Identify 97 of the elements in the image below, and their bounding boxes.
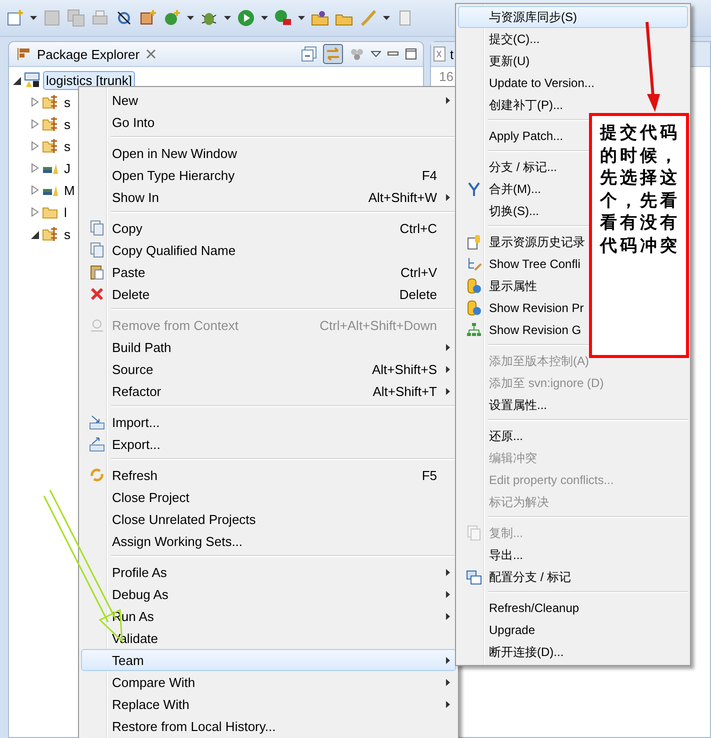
menu-item[interactable]: Source Alt+Shift+S [81, 358, 456, 380]
tree-item[interactable]: s [61, 136, 74, 156]
menu-item[interactable]: Copy Ctrl+C [81, 217, 456, 239]
menu-item[interactable]: Delete Delete [81, 283, 456, 305]
menu-item[interactable]: 更新(U) [458, 50, 688, 72]
tree-item[interactable]: l [61, 202, 70, 222]
link-editor-icon[interactable] [323, 44, 343, 64]
xml-file-icon [432, 46, 448, 62]
menu-item[interactable]: Update to Version... [458, 72, 688, 94]
menu-item[interactable]: Open in New Window [81, 142, 456, 164]
remove-icon [89, 317, 105, 333]
run-icon[interactable] [237, 9, 255, 27]
properties-icon [466, 300, 482, 316]
dropdown-caret-icon[interactable] [224, 16, 231, 20]
refresh-icon [89, 467, 105, 483]
tree-item[interactable]: J [61, 158, 74, 178]
menu-item[interactable]: Close Unrelated Projects [81, 508, 456, 530]
menu-item[interactable]: Upgrade [458, 619, 688, 641]
menu-item[interactable]: Restore from Local History... [81, 715, 456, 737]
copy-icon [89, 220, 105, 236]
expand-triangle-icon [31, 96, 39, 106]
package-folder-icon [42, 116, 58, 132]
run-tool-icon[interactable] [274, 9, 292, 27]
dropdown-caret-icon[interactable] [261, 16, 268, 20]
collapse-all-icon[interactable] [301, 46, 317, 62]
menu-item[interactable]: 还原... [458, 425, 688, 447]
menu-item[interactable]: Compare With [81, 671, 456, 693]
menu-item[interactable]: Export... [81, 433, 456, 455]
menu-item[interactable]: Refresh/Cleanup [458, 597, 688, 619]
new-class-icon[interactable] [139, 9, 157, 27]
branches-icon [466, 569, 482, 585]
properties-icon [466, 278, 482, 294]
menu-item[interactable]: Paste Ctrl+V [81, 261, 456, 283]
history-icon [466, 234, 482, 250]
annotation-text: 提交代码的时候，先选择这个，先看看有没有代码冲突 [600, 122, 681, 258]
graph-icon [466, 322, 482, 338]
package-folder-icon [42, 94, 58, 110]
tree-item[interactable]: logistics [trunk] [43, 70, 135, 90]
export-icon [89, 436, 105, 452]
delete-icon [89, 286, 105, 302]
menu-item[interactable]: 创建补丁(P)... [458, 94, 688, 116]
editor-tab[interactable]: t [450, 46, 454, 62]
expand-triangle-icon [31, 162, 39, 172]
paste-icon [89, 264, 105, 280]
copy-icon [466, 525, 482, 541]
menu-item[interactable]: 提交(C)... [458, 28, 688, 50]
project-icon [24, 72, 40, 88]
close-icon[interactable] [146, 49, 156, 59]
menu-item[interactable]: Build Path [81, 336, 456, 358]
menu-item[interactable]: Refactor Alt+Shift+T [81, 380, 456, 402]
menu-item[interactable]: Refresh F5 [81, 464, 456, 486]
tree-item[interactable]: s [61, 224, 74, 244]
expand-triangle-icon [31, 206, 39, 216]
menu-item[interactable]: Debug As [81, 583, 456, 605]
copy-icon [89, 242, 105, 258]
menu-item[interactable]: 配置分支 / 标记 [458, 566, 688, 588]
menu-item[interactable]: 与资源库同步(S) [458, 6, 688, 28]
menu-item[interactable]: Import... [81, 411, 456, 433]
collapse-triangle-icon [13, 76, 21, 84]
menu-item[interactable]: Copy Qualified Name [81, 239, 456, 261]
menu-item[interactable]: Assign Working Sets... [81, 530, 456, 552]
menu-item[interactable]: Show In Alt+Shift+W [81, 186, 456, 208]
line-number: 16 [438, 68, 454, 84]
menu-item[interactable]: Close Project [81, 486, 456, 508]
tree-item[interactable]: s [61, 114, 74, 134]
menu-item[interactable]: 断开连接(D)... [458, 641, 688, 663]
filter-icon[interactable] [349, 46, 365, 62]
tree-edit-icon [466, 256, 482, 272]
expand-triangle-icon [31, 118, 39, 128]
new-item-icon[interactable] [163, 9, 181, 27]
menu-item[interactable]: Replace With [81, 693, 456, 715]
package-folder-icon [42, 138, 58, 154]
maximize-icon[interactable] [405, 48, 417, 60]
menu-item[interactable]: New [81, 89, 456, 111]
tree-item[interactable]: s [61, 92, 74, 112]
dropdown-caret-icon[interactable] [298, 16, 305, 20]
menu-item[interactable]: 设置属性... [458, 394, 688, 416]
import-icon [89, 414, 105, 430]
open-folder-icon[interactable] [311, 9, 329, 27]
menu-item[interactable]: Go Into [81, 111, 456, 133]
tree-item[interactable]: M [61, 180, 78, 200]
dropdown-caret-icon[interactable] [30, 16, 37, 20]
view-title[interactable]: Package Explorer [37, 46, 140, 62]
menu-item[interactable]: Open Type Hierarchy F4 [81, 164, 456, 186]
dropdown-caret-icon[interactable] [383, 16, 390, 20]
menu-item[interactable]: Team [81, 649, 456, 671]
view-menu-icon[interactable] [371, 51, 381, 57]
package-folder-icon [42, 226, 58, 242]
dropdown-caret-icon[interactable] [187, 16, 194, 20]
expand-triangle-icon [31, 140, 39, 150]
new-file-icon[interactable] [6, 9, 24, 27]
collapse-triangle-icon [31, 230, 39, 238]
expand-triangle-icon [31, 184, 39, 194]
package-explorer-icon [15, 46, 31, 62]
merge-icon [466, 181, 482, 197]
menu-item[interactable]: 导出... [458, 544, 688, 566]
menu-item[interactable]: Profile As [81, 561, 456, 583]
